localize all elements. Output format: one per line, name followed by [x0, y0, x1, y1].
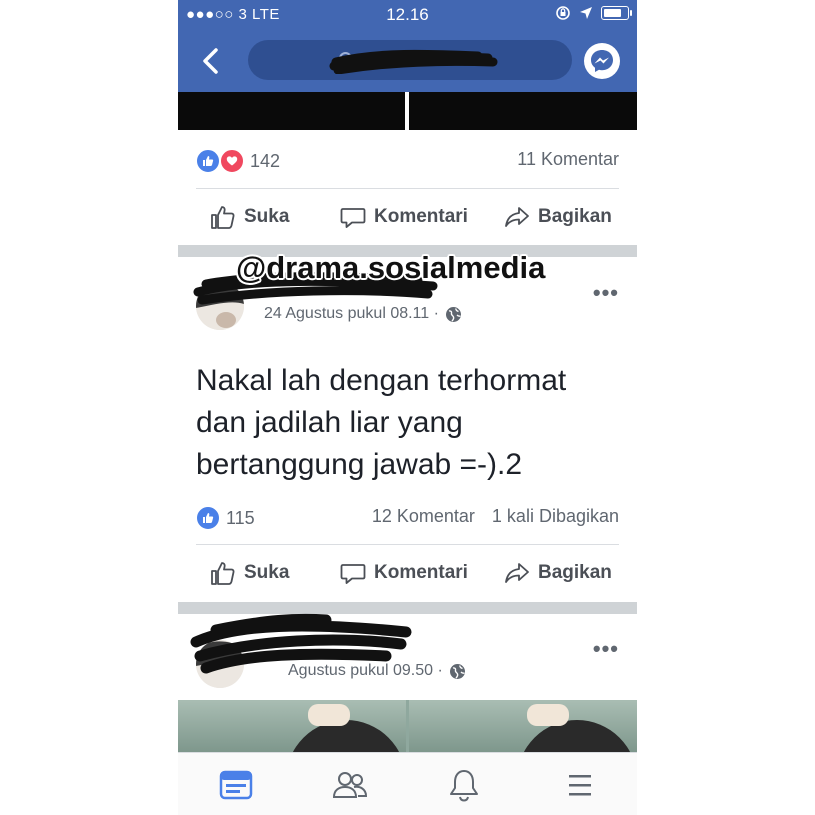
phone-screen: ●●●○○ 3 LTE 12.16 142 11 Komentar Suka K…: [178, 0, 637, 815]
main-post-reaction-summary[interactable]: 115 12 Komentar 1 kali Dibagikan: [196, 502, 619, 532]
share-button[interactable]: Bagikan: [504, 560, 612, 586]
post-photo-strip[interactable]: [178, 700, 637, 752]
menu-icon[interactable]: [562, 767, 598, 803]
globe-icon: [445, 306, 461, 322]
news-feed-icon[interactable]: [218, 767, 254, 803]
comment-label: Komentari: [374, 562, 468, 583]
share-arrow-icon: [505, 207, 529, 227]
top-post-action-bar: Suka Komentari Bagikan: [196, 192, 619, 242]
nav-bar: [178, 30, 637, 92]
share-label: Bagikan: [538, 206, 612, 227]
messenger-icon[interactable]: [583, 42, 621, 80]
divider: [196, 544, 619, 545]
redaction-scribble: [329, 49, 498, 74]
share-count[interactable]: 1 kali Dibagikan: [492, 506, 619, 526]
post-photo[interactable]: [409, 700, 637, 752]
back-chevron-icon[interactable]: [196, 44, 226, 78]
post-image-strip[interactable]: [178, 92, 637, 130]
comment-button[interactable]: Komentari: [340, 560, 468, 586]
reaction-count: 115: [226, 507, 255, 528]
more-options-icon[interactable]: •••: [593, 280, 619, 306]
like-button[interactable]: Suka: [210, 560, 289, 586]
reaction-count: 142: [250, 150, 281, 171]
comment-label: Komentari: [374, 206, 468, 227]
comment-count[interactable]: 11 Komentar: [517, 149, 619, 169]
share-button[interactable]: Bagikan: [504, 204, 612, 230]
top-post-reaction-summary[interactable]: 142 11 Komentar: [196, 145, 619, 175]
post-timestamp[interactable]: Agustus pukul 09.50 ·: [288, 662, 466, 680]
like-reaction-icon: [196, 149, 220, 173]
globe-icon: [449, 663, 465, 679]
status-icons: [555, 5, 632, 21]
comment-button[interactable]: Komentari: [340, 204, 468, 230]
thumbs-up-icon: [211, 206, 235, 229]
more-options-icon[interactable]: •••: [593, 636, 619, 662]
battery-icon: [601, 6, 632, 20]
post-photo[interactable]: [178, 700, 406, 752]
divider: [196, 188, 619, 189]
comment-bubble-icon: [340, 208, 366, 228]
friends-icon[interactable]: [332, 767, 368, 803]
comment-count[interactable]: 12 Komentar: [372, 506, 475, 526]
bottom-tab-bar: [178, 752, 637, 815]
love-reaction-icon: [220, 149, 244, 173]
post-text-line: bertanggung jawab =-).2: [196, 448, 523, 481]
timestamp-text: 24 Agustus pukul 08.11 ·: [264, 305, 439, 322]
rotation-lock-icon: [556, 6, 570, 20]
thumbs-up-icon: [211, 562, 235, 585]
post-text-line: Nakal lah dengan terhormat: [196, 364, 567, 397]
like-label: Suka: [244, 206, 290, 227]
timestamp-text: Agustus pukul 09.50 ·: [288, 662, 443, 679]
like-button[interactable]: Suka: [210, 204, 289, 230]
status-bar: ●●●○○ 3 LTE 12.16: [178, 0, 637, 30]
image-divider: [405, 92, 409, 130]
watermark-text: @drama.sosialmedia: [236, 250, 546, 285]
share-label: Bagikan: [538, 562, 612, 583]
like-label: Suka: [244, 562, 290, 583]
post-text-line: dan jadilah liar yang: [196, 406, 463, 439]
main-post-action-bar: Suka Komentari Bagikan: [196, 548, 619, 598]
notifications-icon[interactable]: [446, 767, 482, 803]
comment-bubble-icon: [340, 564, 366, 584]
like-reaction-icon: [196, 506, 220, 530]
location-arrow-icon: [580, 7, 592, 19]
share-arrow-icon: [505, 563, 529, 583]
post-timestamp[interactable]: 24 Agustus pukul 08.11 ·: [264, 305, 462, 323]
post-text: Nakal lah dengan terhormat dan jadilah l…: [196, 360, 626, 486]
